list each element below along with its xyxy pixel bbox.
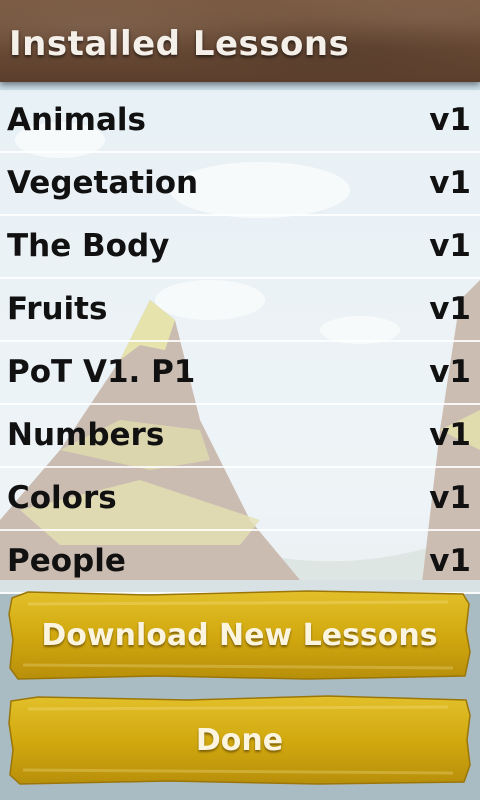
lesson-name: Numbers bbox=[7, 417, 165, 453]
lesson-name: People bbox=[7, 543, 126, 579]
lesson-version: v1 bbox=[429, 354, 471, 390]
lesson-row[interactable]: Colors v1 bbox=[0, 468, 480, 531]
lesson-row[interactable]: Fruits v1 bbox=[0, 279, 480, 342]
download-button-label: Download New Lessons bbox=[41, 618, 438, 653]
lesson-row[interactable]: PoT V1. P1 v1 bbox=[0, 342, 480, 405]
lesson-version: v1 bbox=[429, 417, 471, 453]
lesson-version: v1 bbox=[429, 291, 471, 327]
lesson-version: v1 bbox=[429, 543, 471, 579]
page-title: Installed Lessons bbox=[9, 24, 350, 64]
done-button-label: Done bbox=[195, 723, 284, 758]
lesson-name: Vegetation bbox=[7, 165, 199, 201]
lesson-name: Fruits bbox=[7, 291, 108, 327]
lesson-list: Animals v1 Vegetation v1 The Body v1 Fru… bbox=[0, 90, 480, 594]
lesson-name: The Body bbox=[7, 228, 170, 264]
lesson-version: v1 bbox=[429, 480, 471, 516]
lesson-name: Colors bbox=[7, 480, 117, 516]
lesson-row[interactable]: Numbers v1 bbox=[0, 405, 480, 468]
lesson-row[interactable]: Vegetation v1 bbox=[0, 153, 480, 216]
header-bar: Installed Lessons bbox=[0, 0, 480, 82]
lesson-version: v1 bbox=[429, 228, 471, 264]
lesson-version: v1 bbox=[429, 102, 471, 138]
lesson-name: Animals bbox=[7, 102, 146, 138]
lesson-row[interactable]: People v1 bbox=[0, 531, 480, 594]
done-button[interactable]: Done bbox=[8, 695, 471, 785]
lesson-row[interactable]: The Body v1 bbox=[0, 216, 480, 279]
download-new-lessons-button[interactable]: Download New Lessons bbox=[8, 590, 471, 680]
lesson-name: PoT V1. P1 bbox=[7, 354, 196, 390]
lesson-version: v1 bbox=[429, 165, 471, 201]
lesson-row[interactable]: Animals v1 bbox=[0, 90, 480, 153]
